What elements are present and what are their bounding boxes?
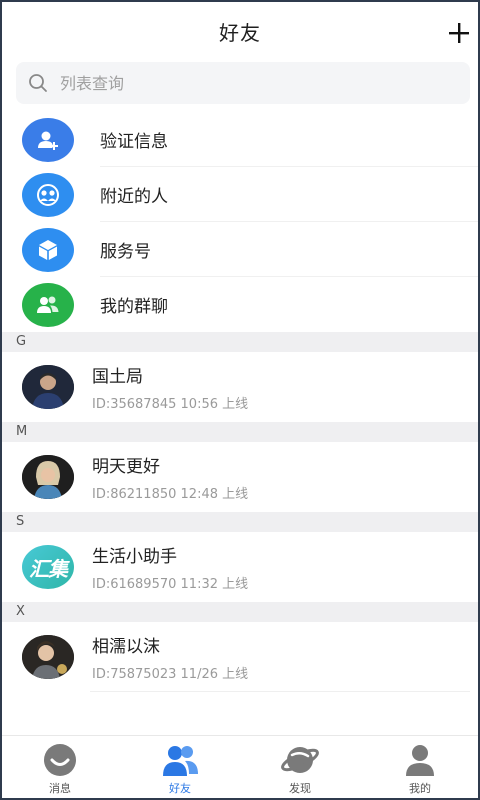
contact-row[interactable]: 国土局 ID:35687845 10:56 上线 <box>0 352 480 422</box>
contact-row[interactable]: 相濡以沫 ID:75875023 11/26 上线 <box>0 622 480 692</box>
section-header-m: M <box>0 422 480 442</box>
feature-group-chats[interactable]: 我的群聊 <box>0 277 480 332</box>
feature-service-account[interactable]: 服务号 <box>0 222 480 277</box>
nearby-people-icon <box>22 172 74 217</box>
contact-status: ID:86211850 12:48 上线 <box>92 487 249 502</box>
divider <box>90 691 470 692</box>
section-header-g: G <box>0 332 480 352</box>
contact-status: ID:75875023 11/26 上线 <box>92 667 249 682</box>
section-header-x: X <box>0 602 480 622</box>
contact-row[interactable]: 汇集 生活小助手 ID:61689570 11:32 上线 <box>0 532 480 602</box>
avatar: 汇集 <box>22 545 74 589</box>
add-friend-button[interactable] <box>444 18 474 48</box>
feature-label: 服务号 <box>100 242 151 262</box>
avatar <box>22 455 74 499</box>
contact-name: 国土局 <box>92 367 143 387</box>
bottom-nav: 消息 好友 发现 我的 <box>0 735 480 800</box>
cube-icon <box>22 227 74 272</box>
top-bar: 好友 <box>0 0 480 62</box>
avatar <box>22 635 74 679</box>
feature-label: 附近的人 <box>100 187 168 207</box>
contact-row[interactable]: 明天更好 ID:86211850 12:48 上线 <box>0 442 480 512</box>
nav-label: 我的 <box>409 782 431 795</box>
feature-verify-info[interactable]: 验证信息 <box>0 112 480 167</box>
nav-messages[interactable]: 消息 <box>0 736 120 800</box>
profile-icon <box>400 742 440 778</box>
nav-friends[interactable]: 好友 <box>120 736 240 800</box>
plus-icon <box>449 23 469 43</box>
contact-status: ID:61689570 11:32 上线 <box>92 577 249 592</box>
contact-name: 相濡以沫 <box>92 637 160 657</box>
message-icon <box>40 742 80 778</box>
search-input[interactable] <box>58 72 362 94</box>
nav-profile[interactable]: 我的 <box>360 736 480 800</box>
avatar-logo-text: 汇集 <box>29 556 68 581</box>
planet-icon <box>280 742 320 778</box>
feature-nearby-people[interactable]: 附近的人 <box>0 167 480 222</box>
contact-status: ID:35687845 10:56 上线 <box>92 397 249 412</box>
feature-list: 验证信息 附近的人 服务号 我的群聊 <box>0 112 480 332</box>
feature-label: 我的群聊 <box>100 297 168 317</box>
nav-label: 好友 <box>169 782 191 795</box>
add-user-icon <box>22 117 74 162</box>
contact-name: 生活小助手 <box>92 547 177 567</box>
nav-label: 发现 <box>289 782 311 795</box>
section-header-s: S <box>0 512 480 532</box>
avatar <box>22 365 74 409</box>
feature-label: 验证信息 <box>100 132 168 152</box>
contact-name: 明天更好 <box>92 457 160 477</box>
nav-label: 消息 <box>49 782 71 795</box>
nav-discover[interactable]: 发现 <box>240 736 360 800</box>
page-title: 好友 <box>219 20 261 45</box>
search-bar[interactable] <box>16 62 470 104</box>
search-icon <box>28 73 48 93</box>
friends-icon <box>160 742 200 778</box>
group-chat-icon <box>22 282 74 327</box>
